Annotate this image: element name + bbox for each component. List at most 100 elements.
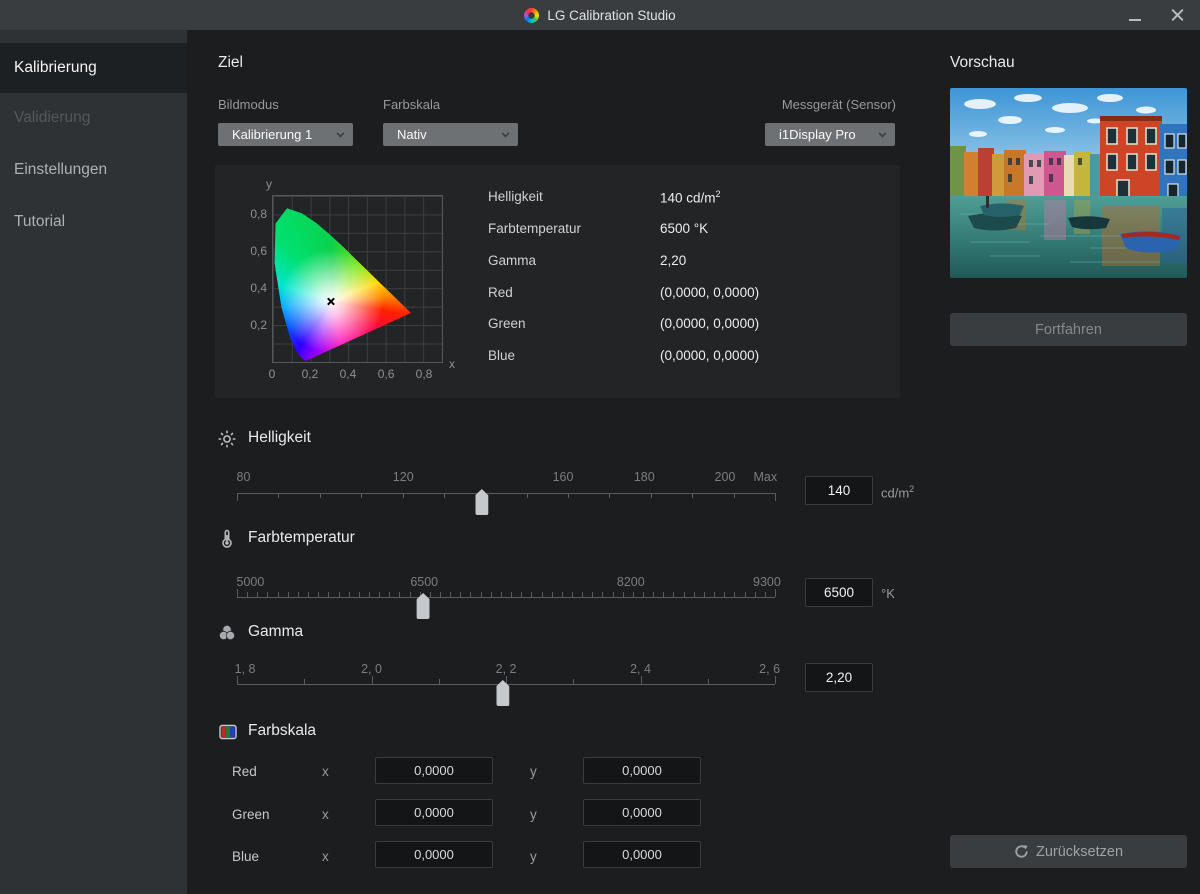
minimize-button[interactable] — [1118, 0, 1152, 30]
brightness-slider[interactable]: 80 120 160 180 200 Max — [236, 470, 777, 518]
blue-x-input[interactable] — [376, 842, 492, 867]
slider-tick — [480, 592, 482, 597]
blue-y-input[interactable] — [584, 842, 700, 867]
sidebar-item-tutorial[interactable]: Tutorial — [0, 197, 187, 247]
slider-tick — [257, 592, 259, 597]
cie-y-tick: 0,6 — [250, 244, 267, 259]
slider-tick — [673, 592, 675, 597]
slider-tick — [297, 592, 299, 597]
sidebar-item-einstellungen[interactable]: Einstellungen — [0, 145, 187, 195]
picture-mode-value: Kalibrierung 1 — [232, 127, 313, 142]
slider-tick — [663, 592, 665, 597]
sensor-dropdown[interactable]: i1Display Pro — [765, 123, 895, 146]
green-y-field — [583, 799, 701, 826]
brightness-value-input[interactable] — [806, 477, 872, 504]
slider-tick — [775, 589, 776, 597]
gamma-slider[interactable]: 1, 8 2, 0 2, 2 2, 4 2, 6 — [234, 662, 780, 710]
slider-tick — [754, 592, 756, 597]
reset-button[interactable]: Zurücksetzen — [950, 835, 1187, 868]
readout-label: Green — [488, 316, 526, 331]
green-x-field — [375, 799, 493, 826]
slider-tick — [643, 592, 645, 597]
chevron-down-icon — [336, 129, 345, 138]
slider-track[interactable] — [237, 493, 775, 494]
close-button[interactable] — [1160, 0, 1194, 30]
readout-row: Helligkeit 140 cd/m2 — [488, 189, 888, 206]
gamut-section-title: Farbskala — [248, 722, 317, 739]
green-y-input[interactable] — [584, 800, 700, 825]
readout-label: Red — [488, 285, 513, 300]
picture-mode-dropdown[interactable]: Kalibrierung 1 — [218, 123, 353, 146]
color-temp-value-input[interactable] — [806, 579, 872, 606]
readout-label: Gamma — [488, 253, 537, 268]
cie-y-tick: 0,2 — [250, 318, 267, 333]
slider-tick — [277, 592, 279, 597]
slider-tick — [609, 493, 611, 498]
gamma-icon — [216, 622, 238, 644]
slider-track[interactable] — [237, 597, 775, 598]
slider-tick — [308, 592, 310, 597]
readout-value: (0,0000, 0,0000) — [660, 285, 760, 300]
slider-tick-label: 2, 2 — [495, 662, 517, 676]
target-summary-panel: y x 0,2 0,4 0,6 0,8 0 0,2 0,4 0,6 0,8 Helligkei… — [215, 165, 900, 398]
slider-tick — [541, 592, 543, 597]
gamut-red-label: Red — [232, 764, 257, 779]
slider-tick — [368, 592, 370, 597]
sidebar-item-kalibrierung[interactable]: Kalibrierung — [0, 43, 187, 93]
sensor-value: i1Display Pro — [779, 127, 856, 142]
slider-tick — [632, 592, 634, 597]
slider-tick — [571, 592, 573, 597]
gamut-y-label: y — [530, 764, 537, 779]
gamma-slider-title: Gamma — [248, 623, 304, 640]
slider-tick — [237, 589, 238, 597]
slider-tick — [490, 592, 492, 597]
slider-tick — [267, 592, 269, 597]
slider-tick-label: 2, 4 — [630, 662, 651, 676]
chevron-down-icon — [501, 129, 510, 138]
continue-button[interactable]: Fortfahren — [950, 313, 1187, 346]
slider-tick — [237, 676, 238, 684]
slider-tick-label: 2, 6 — [759, 662, 781, 676]
slider-tick — [592, 592, 594, 597]
slider-tick-label: 80 — [236, 470, 251, 484]
brightness-slider-title: Helligkeit — [248, 429, 311, 446]
slider-tick — [744, 592, 746, 597]
readout-value: (0,0000, 0,0000) — [660, 316, 760, 331]
cie-x-axis-label: x — [449, 357, 455, 371]
slider-tick — [733, 493, 735, 498]
color-temp-slider[interactable]: 5000 6500 8200 9300 — [237, 575, 781, 623]
slider-tick — [640, 676, 642, 684]
slider-tick — [319, 493, 321, 498]
brightness-unit: cd/m2 — [881, 484, 915, 501]
sidebar-item-label: Kalibrierung — [14, 59, 97, 76]
slider-tick — [714, 592, 716, 597]
slider-tick-label: 1, 8 — [234, 662, 256, 676]
gamut-blue-label: Blue — [232, 849, 260, 864]
cie-x-tick: 0,8 — [415, 367, 433, 381]
slider-tick — [551, 592, 553, 597]
red-y-field — [583, 757, 701, 784]
readout-row: Green (0,0000, 0,0000) — [488, 316, 888, 332]
sidebar-item-validierung[interactable]: Validierung — [0, 93, 187, 143]
blue-y-field — [583, 841, 701, 868]
gamma-value-input[interactable] — [806, 664, 872, 691]
preview-image — [950, 88, 1187, 278]
slider-tick — [724, 592, 726, 597]
slider-tick — [531, 592, 533, 597]
readout-label: Blue — [488, 348, 516, 363]
gamut-x-label: x — [322, 849, 329, 864]
slider-tick-label: 8200 — [616, 575, 645, 589]
color-gamut-dropdown[interactable]: Nativ — [383, 123, 518, 146]
green-x-input[interactable] — [376, 800, 492, 825]
cie-y-tick: 0,8 — [250, 207, 267, 222]
red-x-input[interactable] — [376, 758, 492, 783]
picture-mode-label: Bildmodus — [218, 97, 279, 112]
slider-tick — [278, 493, 280, 498]
slider-tick — [318, 592, 320, 597]
slider-tick — [389, 592, 391, 597]
red-y-input[interactable] — [584, 758, 700, 783]
sensor-label: Messgerät (Sensor) — [781, 97, 896, 112]
slider-tick — [450, 592, 452, 597]
slider-tick — [438, 679, 440, 684]
slider-tick — [612, 592, 614, 597]
